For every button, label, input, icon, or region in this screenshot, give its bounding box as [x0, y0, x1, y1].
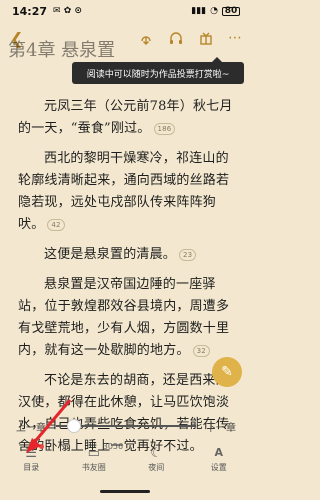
prev-chapter-button[interactable]: 上一章	[16, 419, 46, 434]
chapter-progress-track[interactable]	[56, 419, 196, 433]
font-icon: A	[214, 446, 223, 459]
notification-dot	[39, 444, 45, 449]
moon-icon: ☾	[150, 446, 163, 461]
nav-label: 设置	[210, 463, 227, 472]
list-icon: ☰	[25, 446, 38, 461]
nav-item-settings[interactable]: A 设置	[194, 446, 244, 473]
community-count: 3056	[102, 442, 124, 451]
download-icon[interactable]	[138, 30, 154, 46]
paragraph: 西北的黎明干燥寒冷，祁连山的轮廓线清晰起来，通向西域的丝路若隐若现，远处屯戍部队…	[18, 151, 230, 232]
status-time: 14:27	[12, 4, 48, 18]
gift-icon[interactable]	[198, 30, 214, 46]
paragraph: 悬泉置是汉帝国边陲的一座驿站，位于敦煌郡效谷县境内，周遭多有戈壁荒地，少有人烟，…	[18, 277, 230, 358]
chapter-progress-thumb[interactable]	[67, 419, 82, 433]
next-chapter-button[interactable]: 下一章	[206, 419, 236, 434]
wifi-icon: ◔	[210, 6, 218, 16]
chapter-title: 第4章 悬泉置	[8, 40, 116, 61]
comment-count-badge[interactable]: 32	[192, 344, 210, 357]
nav-item-catalog[interactable]: ☰ 目录	[6, 444, 56, 473]
comment-count-badge[interactable]: 23	[179, 248, 197, 261]
chapter-slider-row: 上一章 下一章	[0, 414, 250, 438]
comment-count-badge[interactable]: 42	[47, 218, 65, 231]
bottom-nav: ☰ 目录 ▭ 3056 书友圈 ☾ 夜间 A 设置	[0, 440, 250, 484]
vote-tooltip[interactable]: 阅读中可以随时为作品投票打赏啦~	[72, 57, 244, 84]
nav-item-night[interactable]: ☾ 夜间	[131, 446, 181, 473]
paragraph: 元凤三年（公元前78年）秋七月的一天，“蚕食”刚过。 186	[18, 99, 233, 136]
battery-icon: 80	[222, 6, 240, 16]
write-comment-button[interactable]: ✎	[212, 357, 242, 387]
more-icon[interactable]: ⋯	[228, 30, 242, 46]
paragraph: 这便是悬泉置的清晨。 23	[18, 244, 238, 266]
nav-label: 目录	[23, 463, 40, 472]
home-indicator	[100, 490, 150, 493]
headphones-icon[interactable]	[168, 30, 184, 46]
nav-label: 书友圈	[81, 463, 106, 472]
signal-icon: ▮▮▮	[191, 6, 207, 16]
notification-icon: ✉ ✿ ⊙	[53, 6, 82, 16]
chat-icon: ▭	[87, 446, 100, 461]
status-bar: 14:27 ✉ ✿ ⊙ ▮▮▮ ◔ 80	[0, 0, 250, 22]
comment-count-badge[interactable]: 186	[153, 122, 176, 135]
status-icons: ▮▮▮ ◔ 80	[191, 6, 240, 16]
nav-label: 夜间	[148, 463, 165, 472]
pencil-icon: ✎	[221, 364, 233, 380]
nav-item-community[interactable]: ▭ 3056 书友圈	[69, 442, 123, 473]
chapter-content: 元凤三年（公元前78年）秋七月的一天，“蚕食”刚过。 186 西北的黎明干燥寒冷，…	[18, 96, 238, 466]
